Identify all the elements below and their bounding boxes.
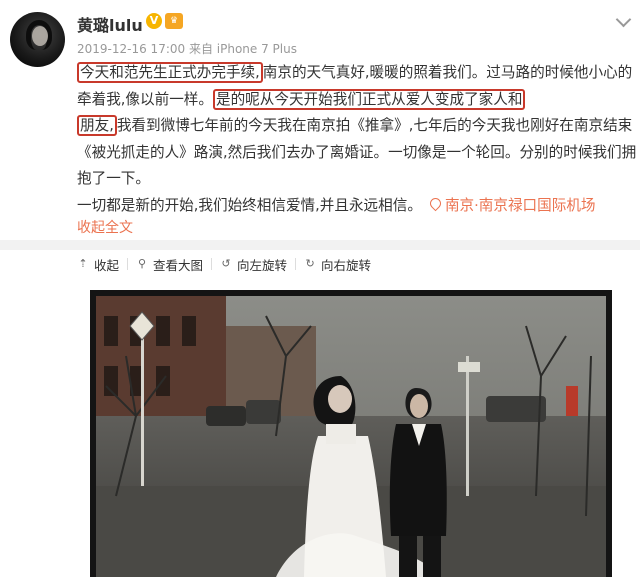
location-pin-icon bbox=[427, 195, 444, 211]
collapse-button[interactable]: ⇡ 收起 bbox=[77, 255, 119, 274]
section-divider bbox=[0, 240, 640, 250]
avatar[interactable] bbox=[10, 12, 65, 67]
collapse-fulltext-row: 收起全文 bbox=[77, 217, 145, 237]
rotate-right-label: 向右旋转 bbox=[321, 257, 372, 273]
view-large-button[interactable]: ⚲ 查看大图 bbox=[136, 255, 203, 274]
collapse-fulltext-link[interactable]: 收起全文 bbox=[77, 220, 133, 236]
collapse-icon: ⇡ bbox=[78, 257, 88, 270]
rotate-left-label: 向左旋转 bbox=[237, 257, 288, 273]
image-toolbar: ⇡ 收起 ⚲ 查看大图 ↺ 向左旋转 ↻ 向右旋转 bbox=[77, 254, 371, 274]
avatar-face bbox=[32, 26, 48, 46]
toolbar-separator bbox=[295, 258, 297, 270]
post-image[interactable] bbox=[90, 290, 612, 577]
chevron-down-icon[interactable] bbox=[615, 11, 632, 28]
search-icon: ⚲ bbox=[137, 257, 147, 270]
toolbar-separator bbox=[211, 258, 213, 270]
post-meta: 2019-12-16 17:00 来自 iPhone 7 Plus bbox=[77, 42, 297, 56]
post-text: 今天和范先生正式办完手续, 南京的天气真好,暖暖的照着我们。过马路的时候他小心的牵… bbox=[77, 60, 637, 219]
rotate-right-button[interactable]: ↻ 向右旋转 bbox=[304, 255, 371, 274]
view-large-label: 查看大图 bbox=[153, 257, 204, 273]
location-link[interactable]: 南京·南京禄口国际机场 bbox=[422, 195, 596, 214]
toolbar-separator bbox=[127, 258, 129, 270]
highlight-box-2a: 是的呢从今天开始我们正式从爱人变成了家人和 bbox=[212, 88, 526, 110]
wedding-photo bbox=[96, 296, 606, 577]
username[interactable]: 黄璐lulu bbox=[77, 12, 143, 36]
rotate-right-icon: ↻ bbox=[305, 257, 315, 270]
post-text-segment-3: 一切都是新的开始,我们始终相信爱情,并且永远相信。 bbox=[77, 196, 422, 214]
post-text-segment-2: 我看到微博七年前的今天我在南京拍《推拿》,七年后的今天我也刚好在南京结束《被光抓… bbox=[77, 117, 637, 187]
verified-badge-icon: V bbox=[146, 13, 162, 29]
location-label: 南京·南京禄口国际机场 bbox=[444, 196, 596, 214]
rotate-left-button[interactable]: ↺ 向左旋转 bbox=[220, 255, 287, 274]
highlight-box-2b: 朋友, bbox=[77, 115, 117, 136]
photo-illustration bbox=[96, 296, 606, 577]
member-crown-icon: ♛ bbox=[165, 13, 183, 29]
collapse-label: 收起 bbox=[94, 257, 120, 273]
highlight-box-1: 今天和范先生正式办完手续, bbox=[77, 62, 263, 83]
rotate-left-icon: ↺ bbox=[221, 257, 231, 270]
